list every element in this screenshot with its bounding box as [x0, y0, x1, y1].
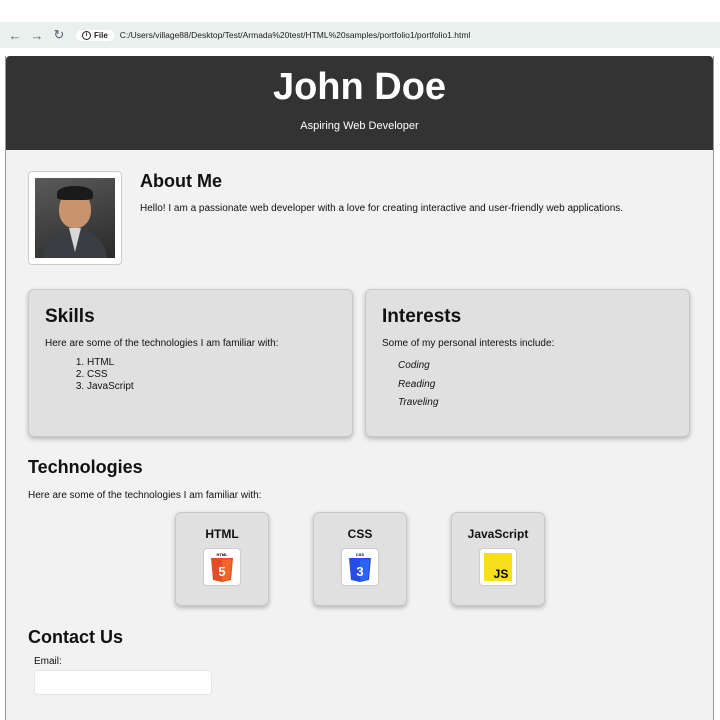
javascript-icon: JS	[479, 548, 517, 586]
svg-text:JS: JS	[494, 567, 509, 581]
page-viewport: John Doe Aspiring Web Developer About Me…	[5, 56, 714, 720]
skills-title: Skills	[45, 306, 95, 327]
interests-title: Interests	[382, 306, 462, 327]
svg-text:HTML: HTML	[216, 552, 228, 557]
reload-button[interactable]: ↻	[48, 24, 70, 46]
html5-icon: HTML 5	[203, 548, 241, 586]
tech-card-javascript: JavaScript JS	[451, 512, 545, 606]
skills-list-item: JavaScript	[87, 381, 336, 393]
arrow-left-icon: ←	[8, 27, 22, 43]
email-label: Email:	[34, 656, 62, 667]
arrow-right-icon: →	[30, 27, 44, 43]
page-header: John Doe Aspiring Web Developer	[6, 56, 713, 150]
page-title: John Doe	[272, 66, 447, 108]
page-tagline: Aspiring Web Developer	[300, 120, 419, 132]
technologies-intro: Here are some of the technologies I am f…	[28, 490, 262, 501]
about-title: About Me	[140, 171, 222, 191]
svg-text:5: 5	[218, 564, 225, 579]
skills-intro: Here are some of the technologies I am f…	[45, 338, 279, 349]
svg-text:3: 3	[356, 564, 363, 579]
skills-list-item: CSS	[87, 369, 336, 381]
skills-card: Skills Here are some of the technologies…	[28, 289, 353, 437]
skills-list: HTML CSS JavaScript	[45, 357, 336, 393]
tech-card-label: HTML	[205, 527, 239, 541]
forward-button[interactable]: →	[26, 24, 48, 46]
skills-list-item: HTML	[87, 357, 336, 369]
tech-card-html: HTML HTML 5	[175, 512, 269, 606]
reload-icon: ↻	[53, 27, 65, 42]
technologies-title: Technologies	[28, 457, 143, 477]
back-button[interactable]: ←	[4, 24, 26, 46]
avatar	[28, 171, 122, 265]
contact-title: Contact Us	[28, 627, 124, 647]
tech-card-label: CSS	[347, 527, 373, 541]
interests-list: Coding Reading Traveling	[382, 357, 673, 413]
interests-card: Interests Some of my personal interests …	[365, 289, 690, 437]
url-text[interactable]: C:/Users/village88/Desktop/Test/Armada%2…	[120, 30, 471, 40]
about-text: Hello! I am a passionate web developer w…	[140, 203, 624, 214]
site-info-chip[interactable]: i File	[76, 29, 114, 41]
tech-card-css: CSS CSS 3	[313, 512, 407, 606]
svg-text:CSS: CSS	[356, 552, 365, 557]
css3-icon: CSS 3	[341, 548, 379, 586]
info-icon: i	[82, 30, 91, 40]
interests-list-item: Coding	[398, 360, 430, 371]
address-bar[interactable]: i File C:/Users/village88/Desktop/Test/A…	[76, 24, 720, 46]
browser-toolbar: ← → ↻ i File C:/Users/village88/Desktop/…	[0, 22, 720, 48]
file-chip-label: File	[94, 30, 108, 40]
tech-card-label: JavaScript	[467, 527, 529, 541]
about-section: About Me Hello! I am a passionate web de…	[28, 171, 698, 271]
interests-list-item: Reading	[398, 378, 436, 390]
email-field[interactable]	[34, 670, 212, 695]
interests-list-item: Traveling	[398, 397, 439, 408]
interests-intro: Some of my personal interests include:	[382, 338, 555, 349]
profile-photo	[35, 178, 115, 258]
